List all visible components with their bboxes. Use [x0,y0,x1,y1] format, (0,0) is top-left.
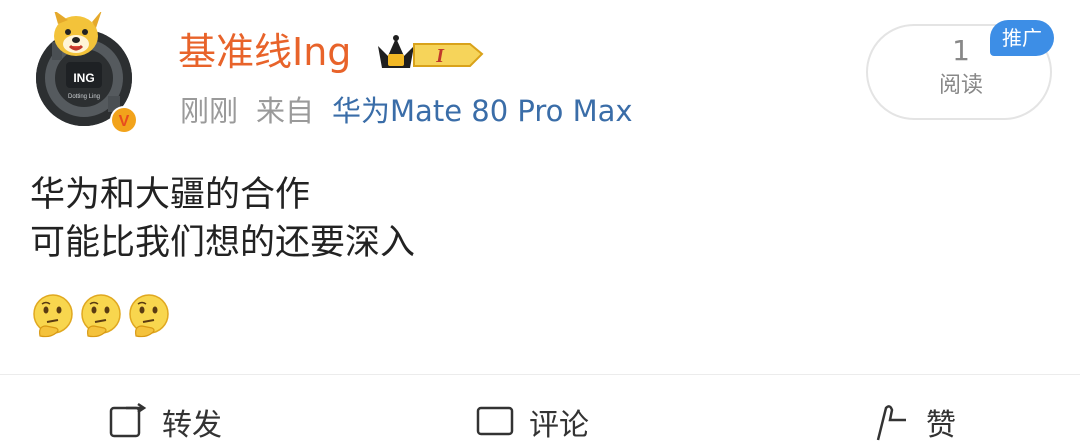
verified-badge: V [119,113,130,130]
svg-text:ING: ING [73,71,94,85]
comment-icon [476,406,514,436]
repost-button[interactable]: 转发 [108,402,222,443]
divider [0,374,1080,375]
device-source[interactable]: 华为Mate 80 Pro Max [332,94,633,128]
like-label: 赞 [926,408,956,443]
avatar[interactable]: ING Dotting Ling V [32,12,142,134]
svg-text:Dotting Ling: Dotting Ling [68,94,100,100]
post-line: 华为和大疆的合作 [30,175,311,215]
emoji-row [30,292,172,342]
username[interactable]: 基准线Ing [178,30,351,74]
repost-label: 转发 [162,408,222,443]
avatar-image: ING Dotting Ling V [36,12,138,134]
comment-button[interactable]: 评论 [475,402,589,443]
thinking-face-icon [129,294,169,338]
vip-badge[interactable]: I [374,34,486,74]
post-content: 华为和大疆的合作 可能比我们想的还要深入 [30,171,415,267]
crown-icon: I [378,35,484,68]
post-time: 刚刚 [180,94,239,128]
read-label: 阅读 [938,73,983,98]
like-button[interactable]: 赞 [872,402,956,443]
thinking-face-icon [81,294,121,338]
comment-label: 评论 [529,408,589,443]
repost-icon [109,402,147,438]
like-icon [876,405,906,441]
thinking-face-icon [33,294,73,338]
promo-badge[interactable]: 推广 [990,20,1054,56]
source-prefix: 来自 [256,94,315,128]
post-line: 可能比我们想的还要深入 [30,223,416,263]
post-meta: 刚刚 来自 华为Mate 80 Pro Max [180,93,633,129]
svg-text:I: I [435,45,445,67]
